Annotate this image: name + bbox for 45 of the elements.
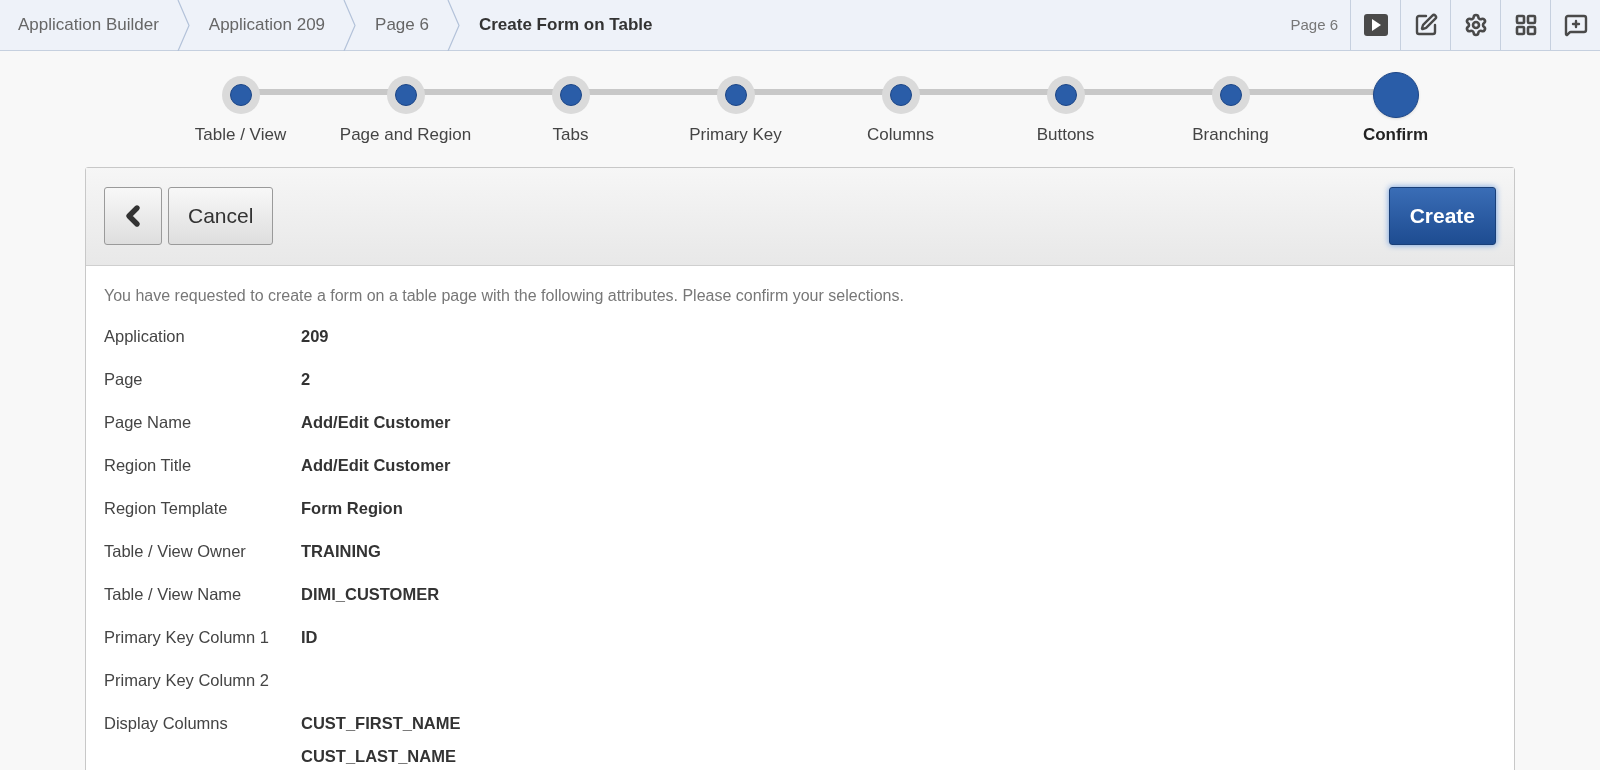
attribute-value: ID [301,626,318,648]
attribute-value: DIMI_CUSTOMER [301,583,440,605]
breadcrumb-link[interactable]: Page 6 [357,0,447,50]
attribute-label: Page [104,368,144,390]
edit-icon [1413,13,1438,37]
step-label: Buttons [1036,124,1095,146]
step-label: Confirm [1362,124,1429,146]
attribute-label: Table / View Owner [104,540,247,562]
grid-icon [1513,13,1538,37]
cancel-button[interactable]: Cancel [168,187,274,245]
attribute-value: TRAINING [301,540,381,562]
attribute-value: 209 [301,325,329,347]
attribute-label: Primary Key Column 2 [104,669,271,691]
page-indicator: Page 6 [1290,14,1338,35]
step-label: Page and Region [339,124,472,146]
step-label: Branching [1192,124,1269,146]
attribute-value: CUST_LAST_NAME [301,746,457,768]
settings-icon [1463,13,1488,37]
comment-add-icon [1563,13,1588,37]
breadcrumb-link[interactable]: Application 209 [190,0,344,50]
chevron-separator-icon [446,0,461,51]
breadcrumb-link[interactable]: Create Form on Table [460,0,673,50]
attribute-value: CUST_FIRST_NAME [301,712,461,734]
intro-text: You have requested to create a form on a table page with the following attributes. Please confirm your selections. [104,285,905,306]
chevron-separator-icon [343,0,358,51]
step-label: Table / View [194,124,287,146]
step-label: Columns [866,124,935,146]
create-button[interactable]: Create [1388,187,1496,245]
attribute-label: Table / View Name [104,583,243,605]
step-label: Tabs [552,124,589,146]
step-label: Primary Key [689,124,782,146]
attribute-label: Region Title [104,454,193,476]
attribute-label: Display Columns [104,712,229,734]
breadcrumb-link[interactable]: Application Builder [0,0,177,50]
attribute-value: Add/Edit Customer [301,411,451,433]
attribute-label: Page Name [104,411,193,433]
back-button[interactable] [104,187,162,245]
chevron-separator-icon [176,0,191,51]
play-icon [1362,13,1389,37]
attribute-value: Form Region [301,497,403,519]
attribute-label: Region Template [104,497,229,519]
attribute-value: 2 [301,368,311,390]
attribute-value: Add/Edit Customer [301,454,451,476]
attribute-label: Application [104,325,186,347]
attribute-label: Primary Key Column 1 [104,626,271,648]
